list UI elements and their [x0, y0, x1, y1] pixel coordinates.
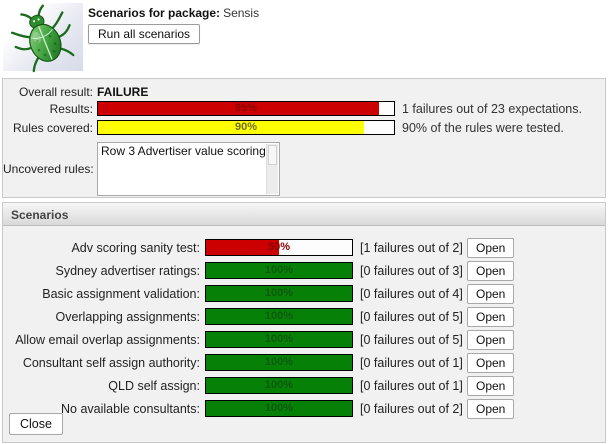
scenario-failures-note: [0 failures out of 1]: [360, 356, 467, 370]
package-title-label: Scenarios for package:: [88, 6, 220, 20]
listbox-scrollbar[interactable]: [266, 144, 278, 194]
open-button[interactable]: Open: [467, 238, 514, 258]
scenario-row: Sydney advertiser ratings: 100% [0 failu…: [3, 259, 605, 282]
scenario-row: Allow email overlap assignments: 100% [0…: [3, 328, 605, 351]
scenario-failures-note: [1 failures out of 2]: [360, 241, 467, 255]
scenarios-section-title: Scenarios: [3, 203, 605, 226]
results-label: Results:: [3, 102, 97, 116]
listbox-scrollbar-thumb[interactable]: [268, 145, 277, 165]
scenario-progress-percent: 50%: [206, 240, 352, 255]
package-title: Scenarios for package:Sensis: [88, 6, 259, 20]
scenarios-panel: Scenarios Adv scoring sanity test: 50% […: [2, 202, 606, 443]
scenario-label: Allow email overlap assignments:: [3, 333, 205, 347]
overall-result-label: Overall result:: [3, 85, 97, 99]
scenario-row: Basic assignment validation: 100% [0 fai…: [3, 282, 605, 305]
open-button[interactable]: Open: [467, 307, 514, 327]
scenario-row: Adv scoring sanity test: 50% [1 failures…: [3, 236, 605, 259]
scenario-label: Sydney advertiser ratings:: [3, 264, 205, 278]
scenario-label: Adv scoring sanity test:: [3, 241, 205, 255]
scenario-progress-percent: 100%: [206, 263, 352, 278]
scenario-progress-bar: 100%: [205, 308, 353, 325]
open-button[interactable]: Open: [467, 399, 514, 419]
scenario-label: QLD self assign:: [3, 379, 205, 393]
open-button[interactable]: Open: [467, 376, 514, 396]
green-beetle-icon: [3, 0, 84, 77]
uncovered-rules-label: Uncovered rules:: [3, 162, 97, 176]
close-button[interactable]: Close: [9, 413, 63, 435]
rules-covered-row: Rules covered: 90% 90% of the rules were…: [3, 120, 605, 135]
scenario-progress-bar: 100%: [205, 377, 353, 394]
open-button[interactable]: Open: [467, 330, 514, 350]
rules-covered-label: Rules covered:: [3, 121, 97, 135]
scenario-failures-note: [0 failures out of 5]: [360, 333, 467, 347]
results-row: Results: 95% 1 failures out of 23 expect…: [3, 101, 605, 116]
scenario-progress-bar: 100%: [205, 262, 353, 279]
scenario-failures-note: [0 failures out of 4]: [360, 287, 467, 301]
scenario-row: Overlapping assignments: 100% [0 failure…: [3, 305, 605, 328]
summary-panel: Overall result: FAILURE Results: 95% 1 f…: [2, 78, 606, 198]
scenario-progress-bar: 100%: [205, 354, 353, 371]
scenario-progress-percent: 100%: [206, 378, 352, 393]
scenario-progress-percent: 100%: [206, 286, 352, 301]
results-note: 1 failures out of 23 expectations.: [402, 102, 582, 116]
open-button[interactable]: Open: [467, 353, 514, 373]
overall-result-row: Overall result: FAILURE: [3, 85, 605, 99]
page-header: Scenarios for package:Sensis Run all sce…: [0, 0, 610, 76]
scenario-label: Basic assignment validation:: [3, 287, 205, 301]
scenario-progress-percent: 100%: [206, 401, 352, 416]
run-all-scenarios-button[interactable]: Run all scenarios: [88, 24, 200, 44]
scenario-progress-percent: 100%: [206, 309, 352, 324]
scenario-progress-bar: 100%: [205, 285, 353, 302]
scenario-row: QLD self assign: 100% [0 failures out of…: [3, 374, 605, 397]
bug-icon: [3, 3, 83, 71]
overall-result-value: FAILURE: [97, 85, 148, 99]
scenario-row: Consultant self assign authority: 100% […: [3, 351, 605, 374]
rules-covered-progress-bar: 90%: [97, 120, 395, 135]
open-button[interactable]: Open: [467, 261, 514, 281]
uncovered-rules-row: Uncovered rules: Row 3 Advertiser value …: [3, 142, 605, 196]
results-progress-percent: 95%: [98, 102, 394, 115]
scenario-progress-bar: 100%: [205, 400, 353, 417]
uncovered-rules-listbox[interactable]: Row 3 Advertiser value scoring: [97, 142, 280, 196]
scenario-row: No available consultants: 100% [0 failur…: [3, 397, 605, 420]
uncovered-rule-item[interactable]: Row 3 Advertiser value scoring: [98, 143, 279, 159]
scenario-failures-note: [0 failures out of 3]: [360, 264, 467, 278]
scenario-progress-percent: 100%: [206, 355, 352, 370]
scenario-progress-bar: 50%: [205, 239, 353, 256]
scenario-progress-bar: 100%: [205, 331, 353, 348]
results-progress-bar: 95%: [97, 101, 395, 116]
scenario-label: Consultant self assign authority:: [3, 356, 205, 370]
rules-covered-note: 90% of the rules were tested.: [402, 121, 564, 135]
scenario-progress-percent: 100%: [206, 332, 352, 347]
scenario-rows: Adv scoring sanity test: 50% [1 failures…: [3, 226, 605, 420]
scenario-failures-note: [0 failures out of 5]: [360, 310, 467, 324]
package-name: Sensis: [223, 6, 259, 20]
rules-covered-progress-percent: 90%: [98, 121, 394, 134]
open-button[interactable]: Open: [467, 284, 514, 304]
scenario-failures-note: [0 failures out of 2]: [360, 402, 467, 416]
scenario-failures-note: [0 failures out of 1]: [360, 379, 467, 393]
scenario-label: Overlapping assignments:: [3, 310, 205, 324]
